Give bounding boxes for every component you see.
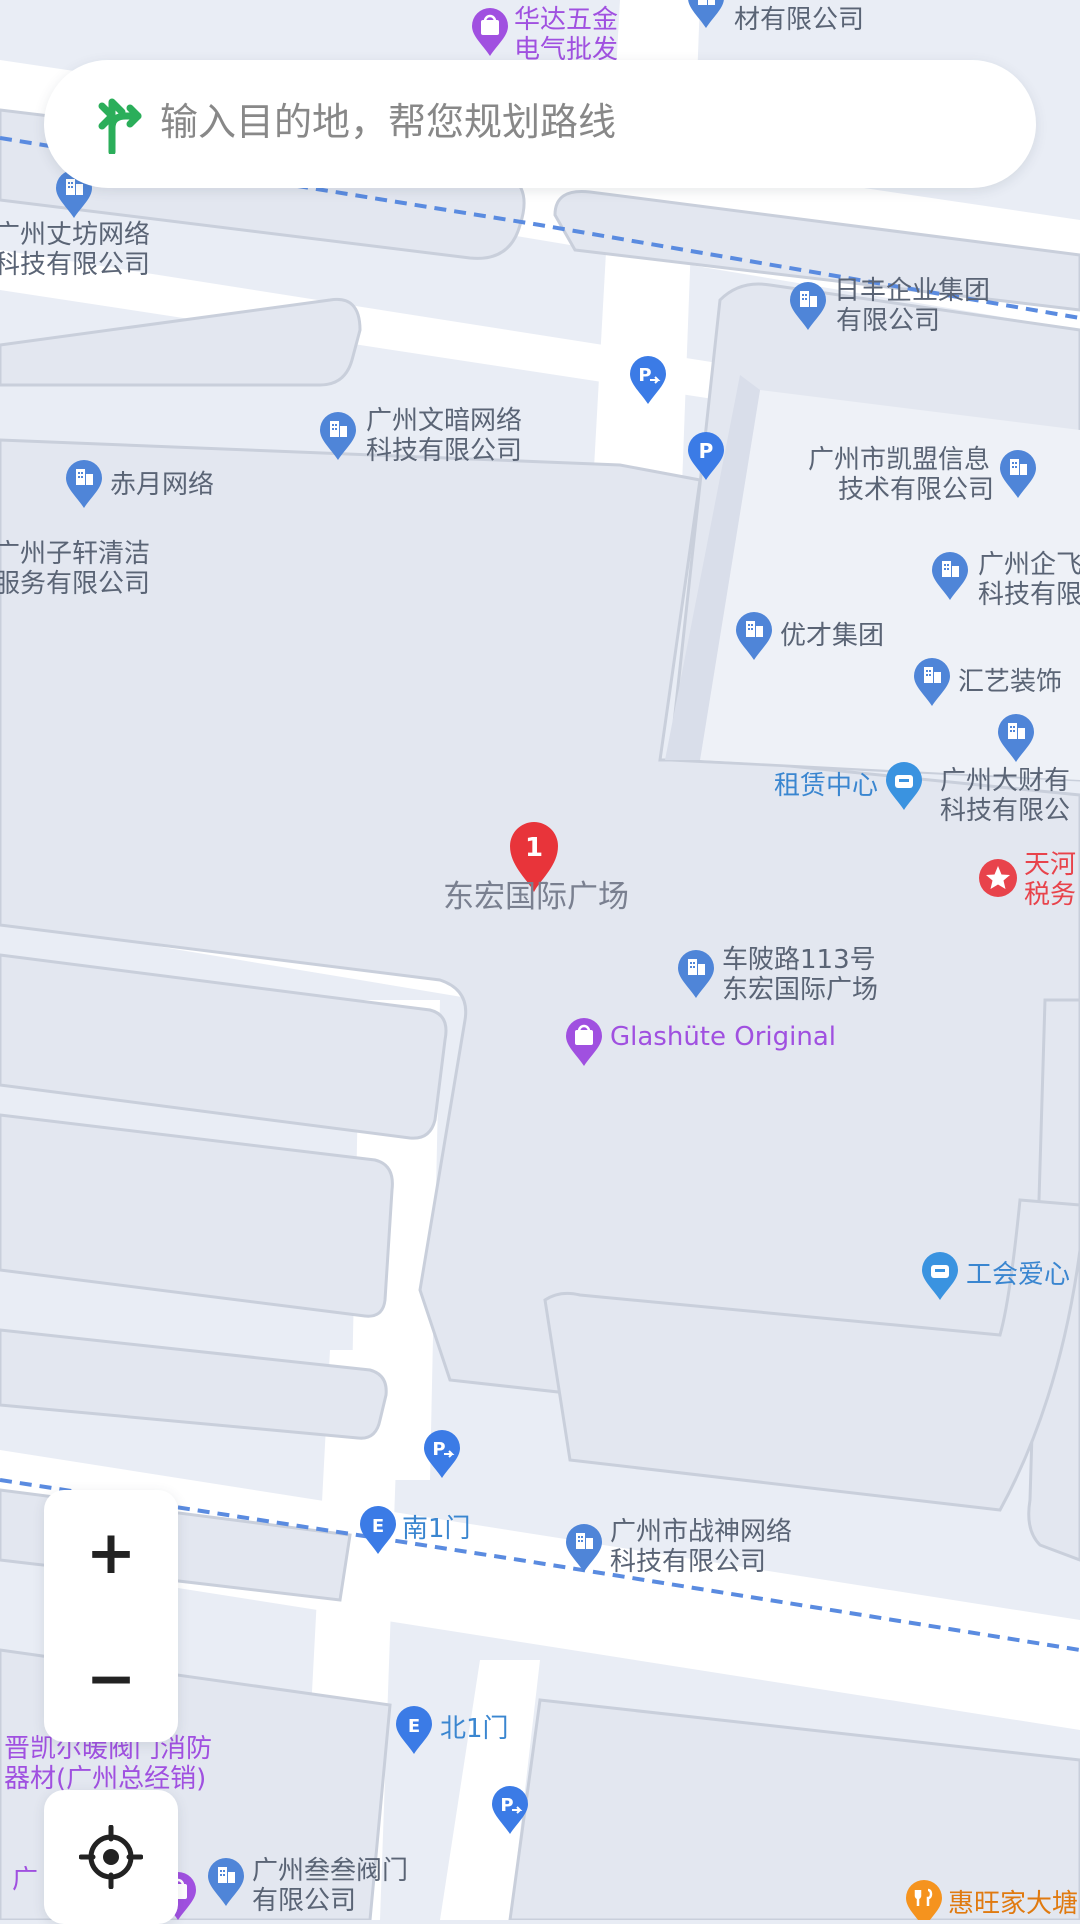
poi-label[interactable]: 广州丈坊网络 [0, 220, 150, 250]
poi-label[interactable]: Glashüte Original [610, 1022, 836, 1052]
search-placeholder[interactable]: 输入目的地，帮您规划路线 [160, 94, 616, 150]
poi-label[interactable]: 广州企飞 [978, 550, 1080, 580]
poi-label[interactable]: 材有限公司 [734, 5, 864, 35]
locate-button[interactable] [44, 1790, 178, 1924]
poi-label[interactable]: 有限公司 [252, 1886, 356, 1916]
poi-label[interactable]: 华达五金 [514, 5, 618, 35]
poi-label[interactable]: 广州文暗网络 [366, 406, 522, 436]
poi-label[interactable]: 南1门 [402, 1514, 471, 1544]
poi-label[interactable]: 车陂路113号 [722, 945, 876, 975]
zoom-controls: + − [44, 1490, 178, 1742]
poi-label[interactable]: 有限公司 [836, 306, 940, 336]
poi-label[interactable]: 广 [12, 1865, 38, 1895]
poi-label[interactable]: 租赁中心 [774, 771, 878, 801]
poi-label[interactable]: 东宏国际广场 [722, 975, 878, 1005]
poi-label[interactable]: 工会爱心 [966, 1260, 1070, 1290]
poi-label[interactable]: 惠旺家大塘 [948, 1889, 1078, 1919]
poi-label[interactable]: 赤月网络 [110, 470, 214, 500]
poi-label[interactable]: 广州市凯盟信息 [808, 445, 990, 475]
zoom-out-button[interactable]: − [44, 1616, 178, 1742]
search-bar[interactable]: 输入目的地，帮您规划路线 [44, 60, 1036, 188]
poi-label[interactable]: 日丰企业集团 [834, 276, 990, 306]
poi-label[interactable]: 科技有限公司 [366, 436, 522, 466]
zoom-in-button[interactable]: + [44, 1490, 178, 1616]
poi-label[interactable]: 天河 [1024, 850, 1076, 880]
government-poi-icon[interactable] [979, 859, 1017, 897]
poi-label[interactable]: 北1门 [440, 1714, 509, 1744]
poi-label[interactable]: 科技有限 [978, 580, 1080, 610]
poi-label[interactable]: 科技有限公司 [0, 250, 150, 280]
route-arrow-icon [98, 98, 142, 154]
poi-label[interactable]: 汇艺装饰 [958, 667, 1062, 697]
marker-number: 1 [525, 833, 543, 863]
poi-label[interactable]: 服务有限公司 [0, 569, 150, 599]
crosshair-icon [79, 1825, 143, 1889]
poi-label[interactable]: 科技有限公 [940, 796, 1070, 826]
poi-label[interactable]: 广州叁叁阀门 [252, 1856, 408, 1886]
poi-label[interactable]: 优才集团 [780, 621, 884, 651]
poi-label[interactable]: 广州子轩清洁 [0, 539, 150, 569]
marker-label[interactable]: 东宏国际广场 [443, 879, 629, 915]
poi-label[interactable]: 广州大财有 [940, 766, 1070, 796]
poi-label[interactable]: 广州市战神网络 [610, 1517, 792, 1547]
poi-label[interactable]: 技术有限公司 [838, 475, 994, 505]
poi-label[interactable]: 科技有限公司 [610, 1547, 766, 1577]
poi-label[interactable]: 税务 [1024, 880, 1076, 910]
